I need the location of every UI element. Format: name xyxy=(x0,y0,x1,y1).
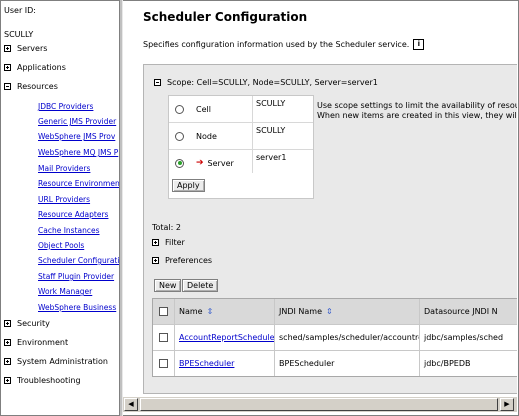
navigation-tree: User ID: SCULLY Servers Applications Res… xyxy=(1,1,119,414)
filter-toggle[interactable]: Filter xyxy=(152,238,185,247)
nav-item-servers[interactable]: Servers xyxy=(4,42,47,54)
scope-value: SCULLY xyxy=(252,96,313,122)
info-icon[interactable]: i xyxy=(413,39,425,50)
new-button[interactable]: New xyxy=(154,279,182,292)
nav-item-system-administration[interactable]: System Administration xyxy=(4,355,108,367)
host-name: SCULLY xyxy=(4,30,34,39)
nav-link-mail-providers[interactable]: Mail Providers xyxy=(38,164,90,173)
row-checkbox[interactable] xyxy=(159,333,168,342)
user-id-label: User ID: xyxy=(4,6,36,15)
expand-icon[interactable] xyxy=(152,239,159,246)
nav-link-websphere-business[interactable]: WebSphere Business xyxy=(38,303,116,312)
sort-icon[interactable]: ⇕ xyxy=(326,307,333,316)
expand-icon[interactable] xyxy=(152,257,159,264)
radio-node[interactable] xyxy=(175,131,184,141)
nav-item-troubleshooting[interactable]: Troubleshooting xyxy=(4,374,81,386)
expand-icon[interactable] xyxy=(4,319,11,327)
collapse-icon[interactable] xyxy=(154,79,161,86)
nav-item-environment[interactable]: Environment xyxy=(4,336,68,348)
nav-link-url-providers[interactable]: URL Providers xyxy=(38,195,90,204)
total-count: Total: 2 xyxy=(152,223,182,232)
content-panel: Scope: Cell=SCULLY, Node=SCULLY, Server=… xyxy=(143,64,517,394)
table-row: BPEScheduler BPEScheduler jdbc/BPEDB xyxy=(153,350,517,376)
page-description: Specifies configuration information used… xyxy=(143,39,425,50)
column-header-datasource-jndi[interactable]: Datasource JNDI N xyxy=(420,299,517,324)
expand-icon[interactable] xyxy=(4,338,11,346)
sort-icon[interactable]: ⇕ xyxy=(207,307,214,316)
radio-server[interactable] xyxy=(175,158,184,168)
scope-table: Cell SCULLY Node SCULLY ➔ Server server1 xyxy=(168,95,314,177)
nav-link-jdbc-providers[interactable]: JDBC Providers xyxy=(38,102,93,111)
nav-item-security[interactable]: Security xyxy=(4,317,50,329)
page-title: Scheduler Configuration xyxy=(143,10,308,24)
scroll-thumb[interactable] xyxy=(140,398,498,411)
delete-button[interactable]: Delete xyxy=(182,279,219,292)
nav-link-generic-jms-provider[interactable]: Generic JMS Provider xyxy=(38,117,116,126)
nav-link-staff-plugin-provider[interactable]: Staff Plugin Provider xyxy=(38,272,114,281)
horizontal-scrollbar[interactable]: ◀ ▶ xyxy=(123,396,517,412)
row-checkbox[interactable] xyxy=(159,359,168,368)
main-content: Scheduler Configuration Specifies config… xyxy=(123,1,517,414)
scope-value: SCULLY xyxy=(252,123,313,149)
jndi-cell: sched/samples/scheduler/accountreport xyxy=(275,325,420,350)
preferences-toggle[interactable]: Preferences xyxy=(152,256,212,265)
apply-row: Apply xyxy=(168,173,314,199)
radio-cell[interactable] xyxy=(175,104,184,114)
expand-icon[interactable] xyxy=(4,63,11,71)
select-all-checkbox[interactable] xyxy=(159,307,168,316)
nav-link-cache-instances[interactable]: Cache Instances xyxy=(38,226,100,235)
collapse-icon[interactable] xyxy=(4,82,11,90)
scheduler-table: Name ⇕ JNDI Name ⇕ Datasource JNDI N Acc… xyxy=(152,298,517,377)
expand-icon[interactable] xyxy=(4,357,11,365)
nav-item-applications[interactable]: Applications xyxy=(4,61,66,73)
column-header-jndi-name[interactable]: JNDI Name ⇕ xyxy=(275,299,420,324)
nav-link-resource-adapters[interactable]: Resource Adapters xyxy=(38,210,108,219)
nav-link-websphere-mq-jms-provider[interactable]: WebSphere MQ JMS P xyxy=(38,148,118,157)
jndi-cell: BPEScheduler xyxy=(275,351,420,376)
nav-item-resources[interactable]: Resources xyxy=(4,80,58,92)
scroll-right-icon[interactable]: ▶ xyxy=(500,398,514,411)
scope-row-node: Node SCULLY xyxy=(169,123,313,150)
nav-link-websphere-jms-provider[interactable]: WebSphere JMS Prov xyxy=(38,132,115,141)
table-row: AccountReportScheduler sched/samples/sch… xyxy=(153,324,517,350)
scroll-left-icon[interactable]: ◀ xyxy=(124,398,138,411)
datasource-cell: jdbc/samples/sched xyxy=(424,333,504,342)
expand-icon[interactable] xyxy=(4,376,11,384)
scheduler-link[interactable]: AccountReportScheduler xyxy=(179,333,274,342)
table-header: Name ⇕ JNDI Name ⇕ Datasource JNDI N xyxy=(153,299,517,324)
nav-link-resource-environment[interactable]: Resource Environmen xyxy=(38,179,119,188)
scope-help-text: Use scope settings to limit the availabi… xyxy=(317,101,517,120)
nav-link-work-manager[interactable]: Work Manager xyxy=(38,287,92,296)
scope-row-cell: Cell SCULLY xyxy=(169,96,313,123)
nav-link-object-pools[interactable]: Object Pools xyxy=(38,241,84,250)
scope-header[interactable]: Scope: Cell=SCULLY, Node=SCULLY, Server=… xyxy=(154,78,378,87)
column-header-name[interactable]: Name ⇕ xyxy=(175,299,275,324)
arrow-right-icon: ➔ xyxy=(196,158,204,168)
scheduler-link[interactable]: BPEScheduler xyxy=(179,359,234,368)
expand-icon[interactable] xyxy=(4,44,11,52)
apply-button[interactable]: Apply xyxy=(172,179,205,192)
nav-link-scheduler-configuration[interactable]: Scheduler Configuratio xyxy=(38,256,119,265)
datasource-cell: jdbc/BPEDB xyxy=(424,359,471,368)
